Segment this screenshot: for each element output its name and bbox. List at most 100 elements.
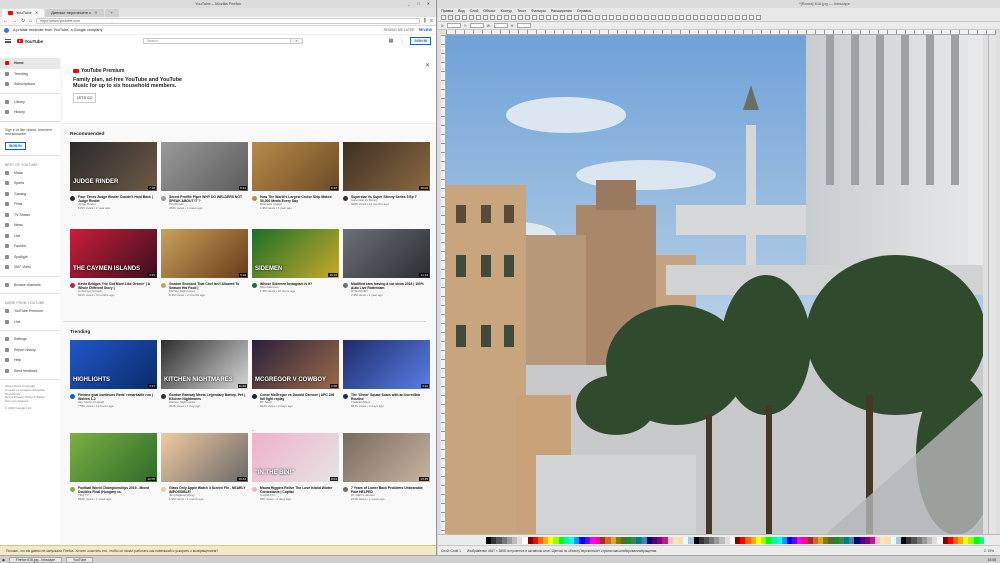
channel-avatar[interactable] (161, 282, 166, 288)
toolbar-button-icon[interactable] (455, 15, 460, 20)
toolbar-button-icon[interactable] (553, 15, 558, 20)
video-thumbnail[interactable]: "IN THE BIN!" 8:04 (252, 433, 339, 482)
video-card[interactable]: 12:05 Football World Championships 2019 -… (70, 433, 157, 519)
channel-avatar[interactable] (343, 486, 348, 492)
library-icon[interactable]: ⫼ (424, 18, 426, 24)
sidebar-item-settings[interactable]: Settings (0, 334, 60, 345)
video-card[interactable]: JUDGE RINDER 7:18 Four Times Judge Rinder … (70, 142, 157, 228)
window-controls[interactable]: _ □ ✕ (408, 0, 433, 8)
toolbar-button-icon[interactable] (448, 15, 453, 20)
toolbar-button-icon[interactable] (441, 15, 446, 20)
video-card[interactable]: 13:45 7 Years of Lower Back Problems Unbe… (343, 433, 430, 519)
sidebar-item-spotlight[interactable]: Spotlight (0, 252, 60, 263)
sidebar-item-music[interactable]: Music (0, 168, 60, 179)
channel-avatar[interactable] (161, 393, 166, 399)
toolbar-button-icon[interactable] (714, 15, 719, 20)
channel-avatar[interactable] (70, 393, 75, 399)
width-field[interactable] (493, 23, 508, 28)
video-card[interactable]: HIGHLIGHTS 4:37 Firmino goal continues Red… (70, 340, 157, 426)
video-thumbnail[interactable]: KITCHEN NIGHTMARES 11:30 (161, 340, 248, 389)
video-thumbnail[interactable]: 12:05 (70, 433, 157, 482)
sidebar-item-help[interactable]: Help (0, 355, 60, 366)
channel-avatar[interactable] (252, 393, 257, 399)
tab-second[interactable]: Данные перенесите с ✕ (45, 9, 104, 17)
toolbar-button-icon[interactable] (483, 15, 488, 20)
toolbar-button-icon[interactable] (567, 15, 572, 20)
toolbar-button-icon[interactable] (518, 15, 523, 20)
sidebar-item-library[interactable]: Library (0, 97, 60, 108)
toolbar-button-icon[interactable] (630, 15, 635, 20)
video-card[interactable]: "IN THE BIN!" 8:04 Maura Higgins Relive Th… (252, 433, 339, 519)
new-tab-button[interactable]: + (104, 9, 119, 17)
video-card[interactable]: 14:34 Modified cars leaving a car show 20… (343, 229, 430, 315)
toolbar-button-icon[interactable] (707, 15, 712, 20)
remind-later-button[interactable]: REMIND ME LATER (384, 28, 415, 32)
toolbar-button-icon[interactable] (749, 15, 754, 20)
y-field[interactable] (469, 23, 484, 28)
back-icon[interactable]: ← (3, 18, 8, 24)
toolbar-button-icon[interactable] (560, 15, 565, 20)
channel-avatar[interactable] (343, 393, 348, 399)
toolbar-button-icon[interactable] (602, 15, 607, 20)
video-thumbnail[interactable]: 14:34 (343, 229, 430, 278)
toolbar-button-icon[interactable] (658, 15, 663, 20)
menu-icon[interactable]: ≡ (430, 18, 433, 24)
more-icon[interactable]: ⋮ (399, 38, 404, 44)
video-thumbnail[interactable]: 9:26 (161, 229, 248, 278)
sidebar-item-subscriptions[interactable]: Subscriptions (0, 79, 60, 90)
sidebar-item-trending[interactable]: Trending (0, 69, 60, 80)
menu-item[interactable]: Слой (470, 8, 479, 14)
firefox-notification-bar[interactable]: Похоже, что вы давно не запускали Firefo… (0, 545, 436, 555)
menu-item[interactable]: Текст (517, 8, 526, 14)
start-menu-icon[interactable]: ◉ (2, 558, 5, 562)
toolbar-button-icon[interactable] (693, 15, 698, 20)
toolbar-button-icon[interactable] (756, 15, 761, 20)
toolbar-button-icon[interactable] (476, 15, 481, 20)
video-card[interactable]: 6:48 How The World's Largest Cruise Ship … (252, 142, 339, 228)
toolbar-button-icon[interactable] (469, 15, 474, 20)
height-field[interactable] (516, 23, 531, 28)
menu-item[interactable]: Вид (458, 8, 465, 14)
video-card[interactable]: SIDEMEN 19:16 Whose Sidemen Instagram is i… (252, 229, 339, 315)
toolbar-button-icon[interactable] (742, 15, 747, 20)
channel-avatar[interactable] (161, 486, 166, 492)
toolbar-button-icon[interactable] (525, 15, 530, 20)
video-thumbnail[interactable]: 16:42 (161, 433, 248, 482)
toolbar-button-icon[interactable] (595, 15, 600, 20)
video-thumbnail[interactable]: 6:48 (252, 142, 339, 191)
toolbar-button-icon[interactable] (532, 15, 537, 20)
toolbar-button-icon[interactable] (546, 15, 551, 20)
video-thumbnail[interactable]: SIDEMEN 19:16 (252, 229, 339, 278)
video-thumbnail[interactable]: 8:34 (161, 142, 248, 191)
sidebar-item-360-video[interactable]: 360° Video (0, 262, 60, 273)
search-input[interactable]: Search (143, 38, 291, 44)
toolbar-button-icon[interactable] (609, 15, 614, 20)
video-thumbnail[interactable]: 13:45 (343, 433, 430, 482)
review-button[interactable]: REVIEW (419, 28, 432, 32)
toolbar-button-icon[interactable] (637, 15, 642, 20)
channel-avatar[interactable] (70, 282, 75, 288)
hamburger-menu-icon[interactable] (5, 39, 11, 43)
video-title[interactable]: Football World Championships 2019 - Mixe… (78, 486, 157, 494)
channel-avatar[interactable] (252, 195, 257, 201)
sidebar-item-films[interactable]: Films (0, 199, 60, 210)
sidebar-item-tv-shows[interactable]: TV Shows (0, 210, 60, 221)
sidebar-item-live-2[interactable]: Live (0, 317, 60, 328)
tab-youtube[interactable]: YouTube ✕ (2, 9, 45, 17)
video-card[interactable]: 16:42 Glass Only Apple Watch 4 Screen Fix… (161, 433, 248, 519)
channel-avatar[interactable] (252, 282, 257, 288)
sidebar-item-history[interactable]: History (0, 107, 60, 118)
menu-item[interactable]: Справка (577, 8, 591, 14)
menu-item[interactable]: Фильтры (531, 8, 546, 14)
toolbar-button-icon[interactable] (588, 15, 593, 20)
home-icon[interactable]: ⌂ (29, 18, 32, 24)
video-thumbnail[interactable]: JUDGE RINDER 7:18 (70, 142, 157, 191)
close-icon[interactable]: ✕ (94, 9, 97, 17)
sidebar-item-premium[interactable]: YouTube Premium (0, 306, 60, 317)
video-card[interactable]: THE CAYMEN ISLANDS 4:35 Kevin Bridges 'I'v… (70, 229, 157, 315)
video-card[interactable]: KITCHEN NIGHTMARES 11:30 Gordon Ramsay Mee… (161, 340, 248, 426)
video-card[interactable]: 8:34 Secret Prolific Piper WHY DO WELDERS… (161, 142, 248, 228)
toolbar-button-icon[interactable] (665, 15, 670, 20)
sidebar-item-browse-channels[interactable]: Browse channels (0, 280, 60, 291)
canvas-photo-rome[interactable] (446, 35, 983, 534)
